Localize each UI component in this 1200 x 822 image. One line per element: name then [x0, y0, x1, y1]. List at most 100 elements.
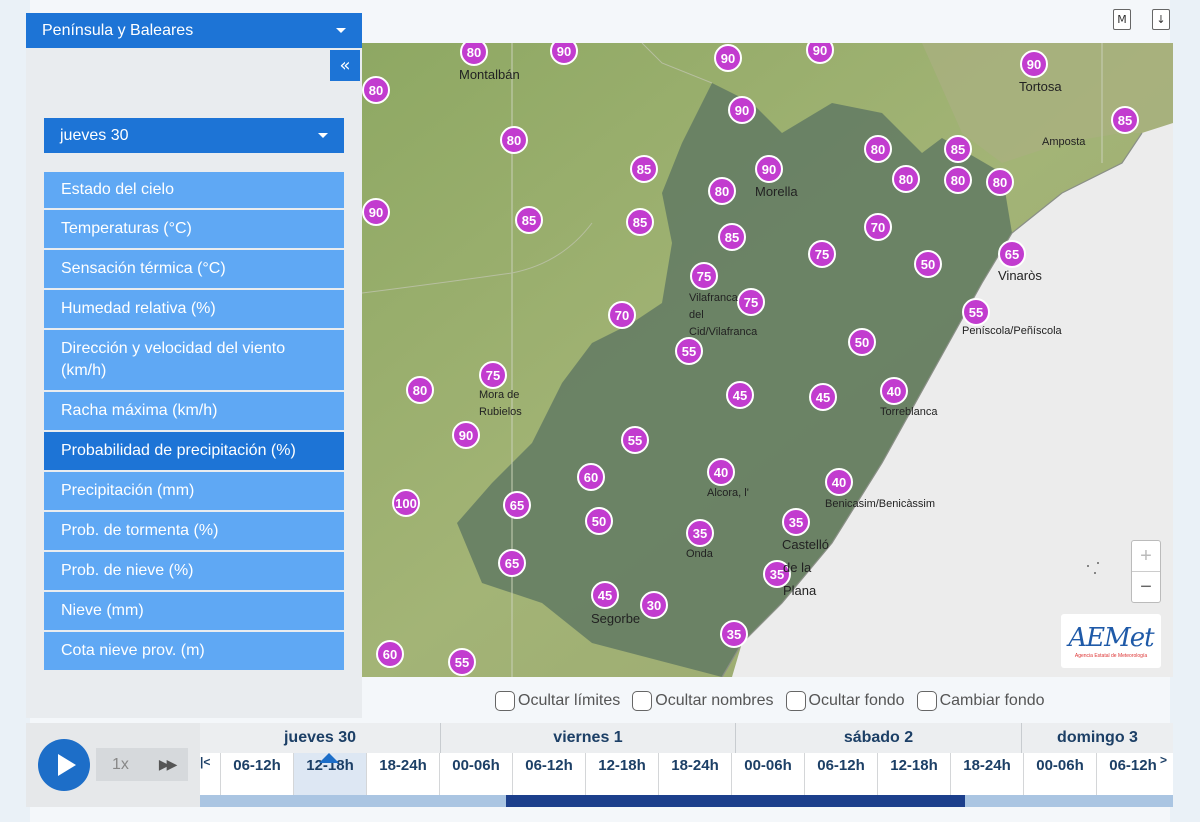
- place-label: Torreblanca: [880, 406, 938, 418]
- play-button[interactable]: [38, 739, 90, 791]
- timeline-slot[interactable]: 00-06h: [731, 753, 804, 795]
- probability-marker[interactable]: 50: [585, 507, 613, 535]
- probability-marker[interactable]: 80: [406, 376, 434, 404]
- option-checkbox[interactable]: Cambiar fondo: [916, 691, 1045, 711]
- probability-marker[interactable]: 60: [376, 640, 404, 668]
- variable-item[interactable]: Humedad relativa (%): [44, 290, 344, 330]
- region-select[interactable]: Península y Baleares: [26, 13, 362, 48]
- variable-item[interactable]: Probabilidad de precipitación (%): [44, 432, 344, 472]
- option-checkbox[interactable]: Ocultar nombres: [632, 691, 774, 711]
- probability-marker[interactable]: 85: [626, 208, 654, 236]
- forecast-map[interactable]: 80 90 90 90 80 90 80 90 85 80 85 85 90 85 80 80 80 90 85 85…: [362, 43, 1173, 677]
- probability-marker[interactable]: 50: [914, 250, 942, 278]
- checkbox-box[interactable]: [785, 691, 806, 711]
- probability-marker[interactable]: 75: [479, 361, 507, 389]
- probability-marker[interactable]: 80: [944, 166, 972, 194]
- probability-marker[interactable]: 40: [707, 458, 735, 486]
- probability-marker[interactable]: 45: [809, 383, 837, 411]
- variable-item[interactable]: Cota nieve prov. (m): [44, 632, 344, 672]
- variable-item[interactable]: Sensación térmica (°C): [44, 250, 344, 290]
- probability-marker[interactable]: 30: [640, 591, 668, 619]
- timeline-range[interactable]: [506, 795, 965, 807]
- probability-marker[interactable]: 85: [944, 135, 972, 163]
- place-label: Peníscola/Peñíscola: [962, 325, 1062, 337]
- probability-marker[interactable]: 55: [962, 298, 990, 326]
- timeline-next-icon[interactable]: >: [1160, 753, 1167, 767]
- probability-marker[interactable]: 75: [737, 288, 765, 316]
- probability-marker[interactable]: 85: [630, 155, 658, 183]
- probability-marker[interactable]: 65: [998, 240, 1026, 268]
- checkbox-box[interactable]: [632, 691, 653, 711]
- variable-item[interactable]: Prob. de nieve (%): [44, 552, 344, 592]
- variable-item[interactable]: Precipitación (mm): [44, 472, 344, 512]
- checkbox-box[interactable]: [916, 691, 937, 711]
- option-checkbox[interactable]: Ocultar fondo: [785, 691, 905, 711]
- timeline-slot[interactable]: 18-24h: [658, 753, 731, 795]
- probability-marker[interactable]: 90: [714, 44, 742, 72]
- variable-item[interactable]: Temperaturas (°C): [44, 210, 344, 250]
- probability-marker[interactable]: 35: [782, 508, 810, 536]
- chevron-down-icon: [336, 28, 346, 33]
- probability-marker[interactable]: 75: [808, 240, 836, 268]
- probability-marker[interactable]: 80: [708, 177, 736, 205]
- timeline-slot[interactable]: 06-12h: [220, 753, 293, 795]
- probability-marker[interactable]: 50: [848, 328, 876, 356]
- probability-marker[interactable]: 80: [986, 168, 1014, 196]
- probability-marker[interactable]: 70: [864, 213, 892, 241]
- day-select[interactable]: jueves 30: [44, 118, 344, 153]
- variable-item[interactable]: Estado del cielo: [44, 172, 344, 210]
- probability-marker[interactable]: 70: [608, 301, 636, 329]
- timeline-slot[interactable]: 06-12h: [804, 753, 877, 795]
- probability-marker[interactable]: 45: [591, 581, 619, 609]
- probability-marker[interactable]: 65: [498, 549, 526, 577]
- probability-marker[interactable]: 55: [448, 648, 476, 676]
- probability-marker[interactable]: 75: [690, 262, 718, 290]
- timeline-slot[interactable]: 00-06h: [439, 753, 512, 795]
- timeline-slot[interactable]: 18-24h: [366, 753, 439, 795]
- probability-marker[interactable]: 90: [728, 96, 756, 124]
- collapse-sidebar-button[interactable]: «: [330, 50, 360, 81]
- probability-marker[interactable]: 90: [452, 421, 480, 449]
- probability-marker[interactable]: 85: [515, 206, 543, 234]
- probability-marker[interactable]: 90: [1020, 50, 1048, 78]
- probability-marker[interactable]: 85: [1111, 106, 1139, 134]
- probability-marker[interactable]: 90: [362, 198, 390, 226]
- zoom-control: + −: [1131, 540, 1161, 603]
- variable-item[interactable]: Nieve (mm): [44, 592, 344, 632]
- zoom-out-button[interactable]: −: [1132, 572, 1160, 603]
- speed-control[interactable]: 1x ▶▶: [96, 748, 188, 781]
- probability-marker[interactable]: 100: [392, 489, 420, 517]
- probability-marker[interactable]: 60: [577, 463, 605, 491]
- option-label: Cambiar fondo: [939, 692, 1045, 709]
- probability-marker[interactable]: 35: [686, 519, 714, 547]
- timeline-slot[interactable]: 12-18h: [585, 753, 658, 795]
- probability-marker[interactable]: 80: [864, 135, 892, 163]
- probability-marker[interactable]: 80: [500, 126, 528, 154]
- probability-marker[interactable]: 80: [362, 76, 390, 104]
- variable-item[interactable]: Prob. de tormenta (%): [44, 512, 344, 552]
- fast-forward-icon[interactable]: ▶▶: [159, 757, 177, 773]
- probability-marker[interactable]: 65: [503, 491, 531, 519]
- pdf-icon[interactable]: M: [1113, 9, 1131, 30]
- probability-marker[interactable]: 85: [718, 223, 746, 251]
- timeline-slot[interactable]: 00-06h: [1023, 753, 1096, 795]
- option-checkbox[interactable]: Ocultar límites: [495, 691, 620, 711]
- variable-item[interactable]: Dirección y velocidad del viento (km/h): [44, 330, 344, 392]
- timeline-slot[interactable]: 18-24h: [950, 753, 1023, 795]
- zoom-in-button[interactable]: +: [1132, 541, 1160, 572]
- variable-item[interactable]: Racha máxima (km/h): [44, 392, 344, 432]
- probability-marker[interactable]: 35: [720, 620, 748, 648]
- download-icon[interactable]: ↓: [1152, 9, 1170, 30]
- probability-marker[interactable]: 40: [825, 468, 853, 496]
- probability-marker[interactable]: 90: [755, 155, 783, 183]
- checkbox-box[interactable]: [495, 691, 515, 711]
- probability-marker[interactable]: 40: [880, 377, 908, 405]
- probability-marker[interactable]: 55: [675, 337, 703, 365]
- probability-marker[interactable]: 55: [621, 426, 649, 454]
- timeline-prev-icon[interactable]: |<: [200, 755, 210, 769]
- timeline-slot[interactable]: 12-18h: [877, 753, 950, 795]
- probability-marker[interactable]: 45: [726, 381, 754, 409]
- timeline-slot[interactable]: 06-12h: [1096, 753, 1169, 795]
- probability-marker[interactable]: 80: [892, 165, 920, 193]
- timeline-slot[interactable]: 06-12h: [512, 753, 585, 795]
